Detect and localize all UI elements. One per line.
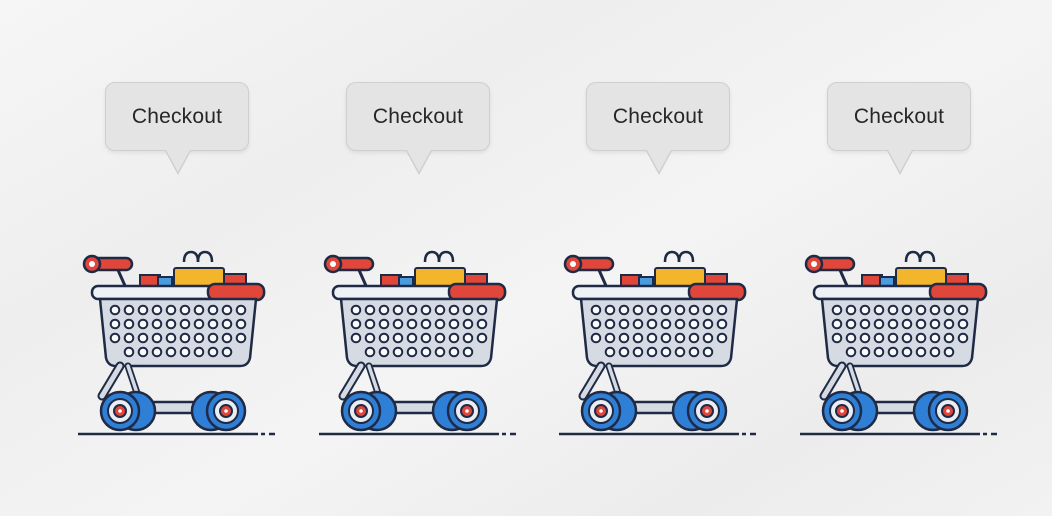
checkout-bubble[interactable]: Checkout <box>105 82 249 175</box>
checkout-bubble[interactable]: Checkout <box>586 82 730 175</box>
shopping-cart-icon <box>559 248 759 443</box>
shopping-cart-icon <box>319 248 519 443</box>
checkout-bubble[interactable]: Checkout <box>827 82 971 175</box>
shopping-cart-icon <box>800 248 1000 443</box>
checkout-label: Checkout <box>612 104 704 128</box>
checkout-bubble[interactable]: Checkout <box>346 82 490 175</box>
checkout-label: Checkout <box>853 104 945 128</box>
checkout-label: Checkout <box>131 104 223 128</box>
shopping-cart-icon <box>78 248 278 443</box>
checkout-label: Checkout <box>372 104 464 128</box>
